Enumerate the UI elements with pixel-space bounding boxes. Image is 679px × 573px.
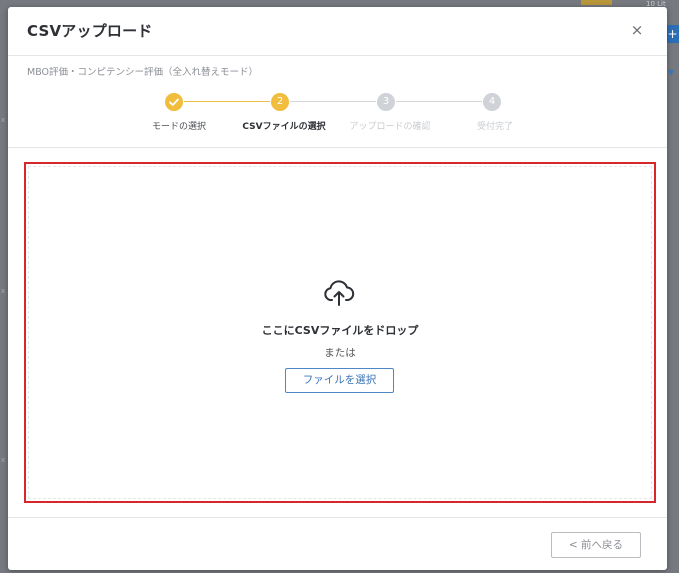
step-3-circle: 3 bbox=[377, 93, 395, 111]
select-file-button[interactable]: ファイルを選択 bbox=[285, 368, 394, 393]
or-separator: または bbox=[324, 347, 356, 359]
csv-upload-modal: CSVアップロード × MBO評価・コンピテンシー評価（全入れ替えモード） モー… bbox=[8, 7, 667, 570]
background-side-mark: x bbox=[1, 116, 6, 124]
background-add-button: + bbox=[666, 25, 679, 43]
cloud-upload-icon bbox=[324, 280, 355, 306]
close-icon[interactable]: × bbox=[630, 21, 644, 39]
step-1-label: モードの選択 bbox=[151, 122, 207, 132]
step-1-check-icon bbox=[165, 93, 183, 111]
modal-subtitle: MBO評価・コンピテンシー評価（全入れ替えモード） bbox=[27, 67, 259, 78]
csv-dropzone[interactable]: ここにCSVファイルをドロップ または ファイルを選択 bbox=[24, 162, 656, 503]
step-connector bbox=[290, 101, 376, 102]
step-4-label: 受付完了 bbox=[476, 122, 514, 132]
footer-divider bbox=[8, 517, 667, 518]
step-4-circle: 4 bbox=[483, 93, 501, 111]
section-divider bbox=[8, 147, 667, 148]
step-2-circle: 2 bbox=[271, 93, 289, 111]
background-side-mark: x bbox=[1, 456, 6, 464]
background-tab bbox=[581, 0, 612, 5]
step-2-label: CSVファイルの選択 bbox=[242, 122, 326, 132]
stepper: モードの選択 2 CSVファイルの選択 3 アップロードの確認 4 受付完了 bbox=[8, 91, 667, 132]
modal-header: CSVアップロード × bbox=[8, 7, 667, 56]
step-connector bbox=[396, 101, 482, 102]
step-connector bbox=[184, 101, 270, 102]
step-3-label: アップロードの確認 bbox=[349, 122, 431, 132]
background-caret-icon: ▼ bbox=[668, 68, 675, 77]
drop-instruction: ここにCSVファイルをドロップ bbox=[261, 324, 419, 337]
back-button[interactable]: < 前へ戻る bbox=[551, 532, 641, 558]
background-side-mark: x bbox=[1, 287, 6, 295]
modal-title: CSVアップロード bbox=[27, 22, 153, 40]
